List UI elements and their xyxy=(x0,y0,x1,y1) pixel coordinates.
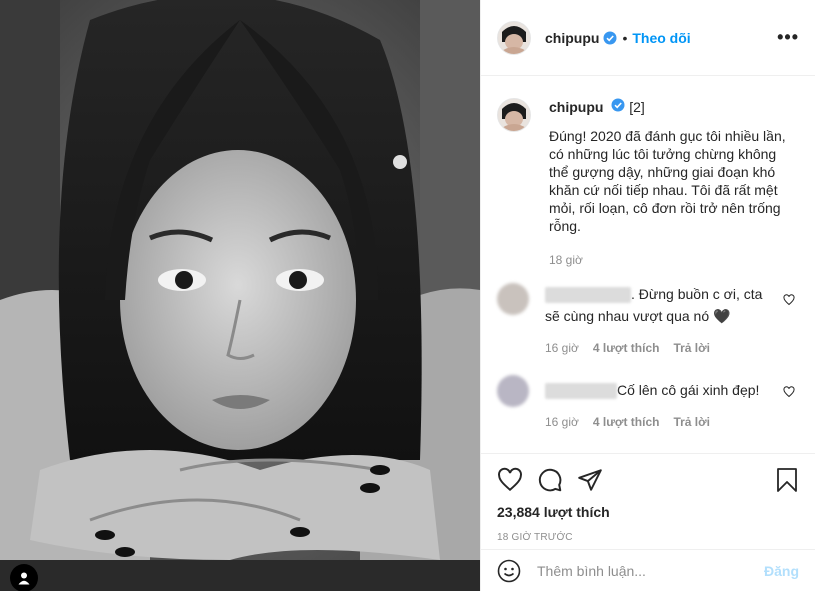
comment-input[interactable] xyxy=(535,561,764,580)
post-photo[interactable] xyxy=(0,0,480,591)
author-avatar[interactable] xyxy=(497,20,531,55)
comment-time[interactable]: 16 giờ xyxy=(545,415,579,429)
caption-time[interactable]: 18 giờ xyxy=(549,253,794,267)
post-sidebar: chipupu • Theo dõi ••• chipupu [2] Đúng!… xyxy=(480,0,815,591)
verified-badge-icon xyxy=(611,98,625,112)
posted-time[interactable]: 18 GIỜ TRƯỚC xyxy=(497,532,799,543)
caption-username[interactable]: chipupu xyxy=(549,99,603,115)
comment-likes[interactable]: 4 lượt thích xyxy=(593,415,660,429)
comment-text-line: Cố lên cô gái xinh đẹp! xyxy=(545,379,765,401)
comment-like-icon[interactable] xyxy=(783,293,795,311)
commenter-username-blurred[interactable] xyxy=(545,383,617,400)
avatar-image xyxy=(498,21,530,54)
caption-tag: [2] xyxy=(629,99,645,115)
comment-meta: 16 giờ 4 lượt thích Trả lời xyxy=(545,415,765,429)
comment-text: Cố lên cô gái xinh đẹp! xyxy=(617,382,760,398)
separator-dot: • xyxy=(622,29,628,46)
comment-meta: 16 giờ 4 lượt thích Trả lời xyxy=(545,341,765,355)
comment-item: Cố lên cô gái xinh đẹp! 16 giờ 4 lượt th… xyxy=(497,375,799,429)
instagram-post: chipupu • Theo dõi ••• chipupu [2] Đúng!… xyxy=(0,0,815,591)
add-comment-bar: Đăng xyxy=(481,549,815,591)
comment-text-line: . Đừng buồn c ơi, cta sẽ cùng nhau vượt … xyxy=(545,283,765,327)
share-icon[interactable] xyxy=(577,467,603,493)
heart-icon[interactable] xyxy=(497,467,523,493)
action-icons xyxy=(497,456,799,504)
comment-likes[interactable]: 4 lượt thích xyxy=(593,341,660,355)
comment-like-icon[interactable] xyxy=(783,385,795,403)
commenter-username-blurred[interactable] xyxy=(545,287,631,304)
caption-body: chipupu [2] Đúng! 2020 đã đánh gục tôi n… xyxy=(549,98,794,267)
avatar-image xyxy=(498,99,530,131)
caption: chipupu [2] Đúng! 2020 đã đánh gục tôi n… xyxy=(497,98,799,267)
author-username[interactable]: chipupu xyxy=(545,30,599,46)
more-options-icon[interactable]: ••• xyxy=(777,27,799,48)
comments-section[interactable]: chipupu [2] Đúng! 2020 đã đánh gục tôi n… xyxy=(481,76,815,453)
commenter-avatar[interactable] xyxy=(497,283,529,315)
comment-item: . Đừng buồn c ơi, cta sẽ cùng nhau vượt … xyxy=(497,283,799,355)
commenter-avatar[interactable] xyxy=(497,375,529,407)
tagged-user-icon[interactable] xyxy=(10,564,38,591)
person-icon xyxy=(18,572,30,585)
verified-badge-icon xyxy=(603,31,617,45)
post-comment-button[interactable]: Đăng xyxy=(764,563,799,579)
reply-button[interactable]: Trả lời xyxy=(673,415,710,429)
reply-button[interactable]: Trả lời xyxy=(673,341,710,355)
bookmark-icon[interactable] xyxy=(775,467,799,493)
follow-button[interactable]: Theo dõi xyxy=(632,30,690,46)
post-actions: 23,884 lượt thích 18 GIỜ TRƯỚC xyxy=(481,453,815,549)
post-header: chipupu • Theo dõi ••• xyxy=(481,0,815,76)
likes-count[interactable]: 23,884 lượt thích xyxy=(497,504,799,520)
comment-body: . Đừng buồn c ơi, cta sẽ cùng nhau vượt … xyxy=(545,283,765,355)
caption-text: Đúng! 2020 đã đánh gục tôi nhiều lần, có… xyxy=(549,128,786,234)
comment-icon[interactable] xyxy=(537,467,563,493)
comment-time[interactable]: 16 giờ xyxy=(545,341,579,355)
comment-body: Cố lên cô gái xinh đẹp! 16 giờ 4 lượt th… xyxy=(545,375,765,429)
emoji-icon[interactable] xyxy=(497,559,521,583)
caption-avatar[interactable] xyxy=(497,98,531,132)
caption-header: chipupu [2] xyxy=(549,98,794,115)
portrait-photo xyxy=(0,0,480,591)
